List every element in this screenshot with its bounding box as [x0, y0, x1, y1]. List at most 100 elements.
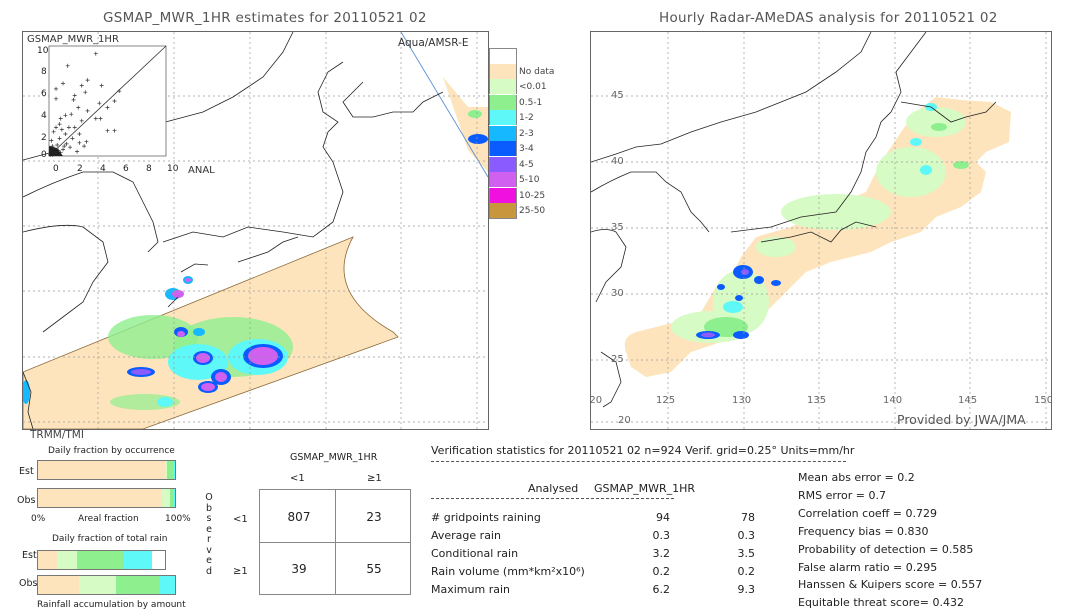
sensor-label-aqua: Aqua/AMSR-E: [398, 37, 469, 49]
rain-title: Daily fraction of total rain: [52, 534, 168, 544]
side-label-char: d: [205, 565, 213, 577]
bar-segment: [38, 461, 165, 479]
occurrence-x-right: 100%: [165, 514, 191, 524]
score-line: Hanssen & Kuipers score = 0.557: [798, 578, 983, 592]
right-map-canvas: [591, 32, 1051, 429]
bar-segment: [161, 489, 171, 507]
rain-cell-ne-2: [468, 110, 482, 118]
legend-label: 0.5-1: [519, 97, 543, 108]
lat-label-35: 35: [611, 222, 624, 233]
scatter-xtick-6: 6: [123, 164, 129, 174]
stat-row-gsmap: 9.3: [737, 583, 756, 596]
legend-swatch: [489, 172, 517, 187]
legend-swatch: [489, 125, 517, 141]
scatter-xtick-4: 4: [100, 164, 106, 174]
occurrence-x-label: Areal fraction: [78, 514, 139, 524]
divider: [431, 461, 846, 462]
stat-row-analysed: 6.2: [652, 583, 671, 596]
score-line: Frequency bias = 0.830: [798, 524, 929, 538]
scatter-ytick-6: 6: [41, 89, 47, 99]
contingency-header: GSMAP_MWR_1HR: [290, 452, 378, 463]
contingency-col-ge1: ≥1: [367, 473, 382, 484]
lat-label-25: 25: [611, 354, 624, 365]
side-label-char: r: [207, 534, 211, 545]
rain-cell-ne: [468, 134, 488, 144]
data-credit: Provided by JWA/JMA: [897, 412, 1026, 427]
side-label-char: O: [205, 492, 213, 503]
side-label-char: s: [206, 513, 212, 524]
stat-row-analysed: 0.2: [652, 565, 671, 578]
stat-row-gsmap: 0.3: [737, 529, 756, 542]
scatter-xtick-8: 8: [146, 164, 152, 174]
bar-segment: [159, 576, 175, 594]
bar-segment: [79, 576, 117, 594]
lat-label-45: 45: [611, 90, 624, 101]
lon-label-125: 125: [656, 395, 676, 406]
divider: [431, 498, 674, 499]
stat-row-gsmap: 3.5: [737, 547, 756, 560]
scatter-ytick-4: 4: [41, 111, 47, 121]
contingency-grid: 807 23 39 55: [259, 489, 411, 595]
legend-label: 3-4: [519, 144, 534, 154]
legend-swatch: [489, 187, 517, 203]
stat-row-gsmap: 0.2: [737, 565, 756, 578]
legend-label: 5-10: [519, 175, 540, 185]
legend-swatch: [489, 79, 517, 94]
occurrence-x-left: 0%: [31, 514, 46, 524]
left-map-title: GSMAP_MWR_1HR estimates for 20110521 02: [103, 10, 427, 26]
bar-segment: [174, 489, 175, 507]
occurrence-obs-label: Obs: [17, 495, 36, 506]
legend-label: 1-2: [519, 113, 534, 123]
lon-label-130: 130: [732, 395, 752, 406]
occurrence-obs-bar: [37, 488, 176, 508]
contingency-side-label: Observed: [203, 492, 215, 577]
contingency-row-ge1: ≥1: [233, 566, 248, 577]
scatter-ytick-0: 0: [41, 150, 47, 160]
swath-edge-line: [400, 32, 488, 178]
contingency-col-lt1: <1: [290, 473, 305, 484]
bar-segment: [57, 551, 78, 569]
left-map-canvas: [23, 32, 488, 429]
legend-label: No data: [519, 66, 555, 77]
legend-swatch: [489, 141, 517, 156]
stat-row-gsmap: 78: [741, 511, 755, 524]
bar-segment: [38, 551, 58, 569]
stat-row-label: # gridpoints raining: [431, 511, 541, 524]
legend-swatch: [489, 48, 517, 64]
stat-row-label: Average rain: [431, 529, 501, 542]
lat-label-40: 40: [611, 156, 624, 167]
cell-obs-lt1-est-ge1: 23: [366, 510, 382, 524]
occurrence-title: Daily fraction by occurrence: [48, 446, 175, 456]
contingency-row-lt1: <1: [233, 514, 248, 525]
cell-obs-ge1-est-ge1: 55: [366, 562, 382, 576]
legend-swatch: [489, 203, 517, 219]
stat-row-analysed: 94: [656, 511, 670, 524]
stat-row-label: Rain volume (mm*km²x10⁶): [431, 565, 585, 578]
right-map-title: Hourly Radar-AMeDAS analysis for 2011052…: [659, 10, 998, 26]
bar-segment: [124, 551, 153, 569]
legend-swatch: [489, 63, 517, 79]
lon-label-120: 120: [590, 395, 603, 406]
scatter-ytick-10: 10: [37, 46, 49, 56]
score-line: Mean abs error = 0.2: [798, 471, 915, 484]
legend-swatch: [489, 156, 517, 172]
color-legend: No data <0.01 0.5-1 1-2 2-3 3-4 4-5 5-10…: [489, 48, 559, 219]
cell-obs-lt1-est-lt1: 807: [287, 510, 311, 524]
occurrence-est-label: Est: [19, 466, 34, 477]
bar-segment: [172, 461, 175, 479]
score-line: RMS error = 0.7: [798, 488, 886, 502]
scatter-ytick-2: 2: [41, 133, 47, 143]
lon-label-150: 150: [1034, 395, 1052, 406]
bar-segment: [116, 576, 160, 594]
rain-caption: Rainfall accumulation by amount: [37, 600, 186, 610]
scatter-ytick-8: 8: [41, 67, 47, 77]
lat-label-30: 30: [611, 288, 624, 299]
stat-row-analysed: 0.3: [652, 529, 671, 542]
scatter-xtick-0: 0: [53, 164, 59, 174]
scatter-xtick-2: 2: [77, 164, 83, 174]
verification-header: Verification statistics for 20110521 02 …: [431, 444, 855, 457]
rain-est-label: Est: [22, 550, 37, 561]
lon-label-135: 135: [807, 395, 827, 406]
rain-obs-label: Obs: [19, 578, 38, 589]
lon-label-145: 145: [958, 395, 978, 406]
